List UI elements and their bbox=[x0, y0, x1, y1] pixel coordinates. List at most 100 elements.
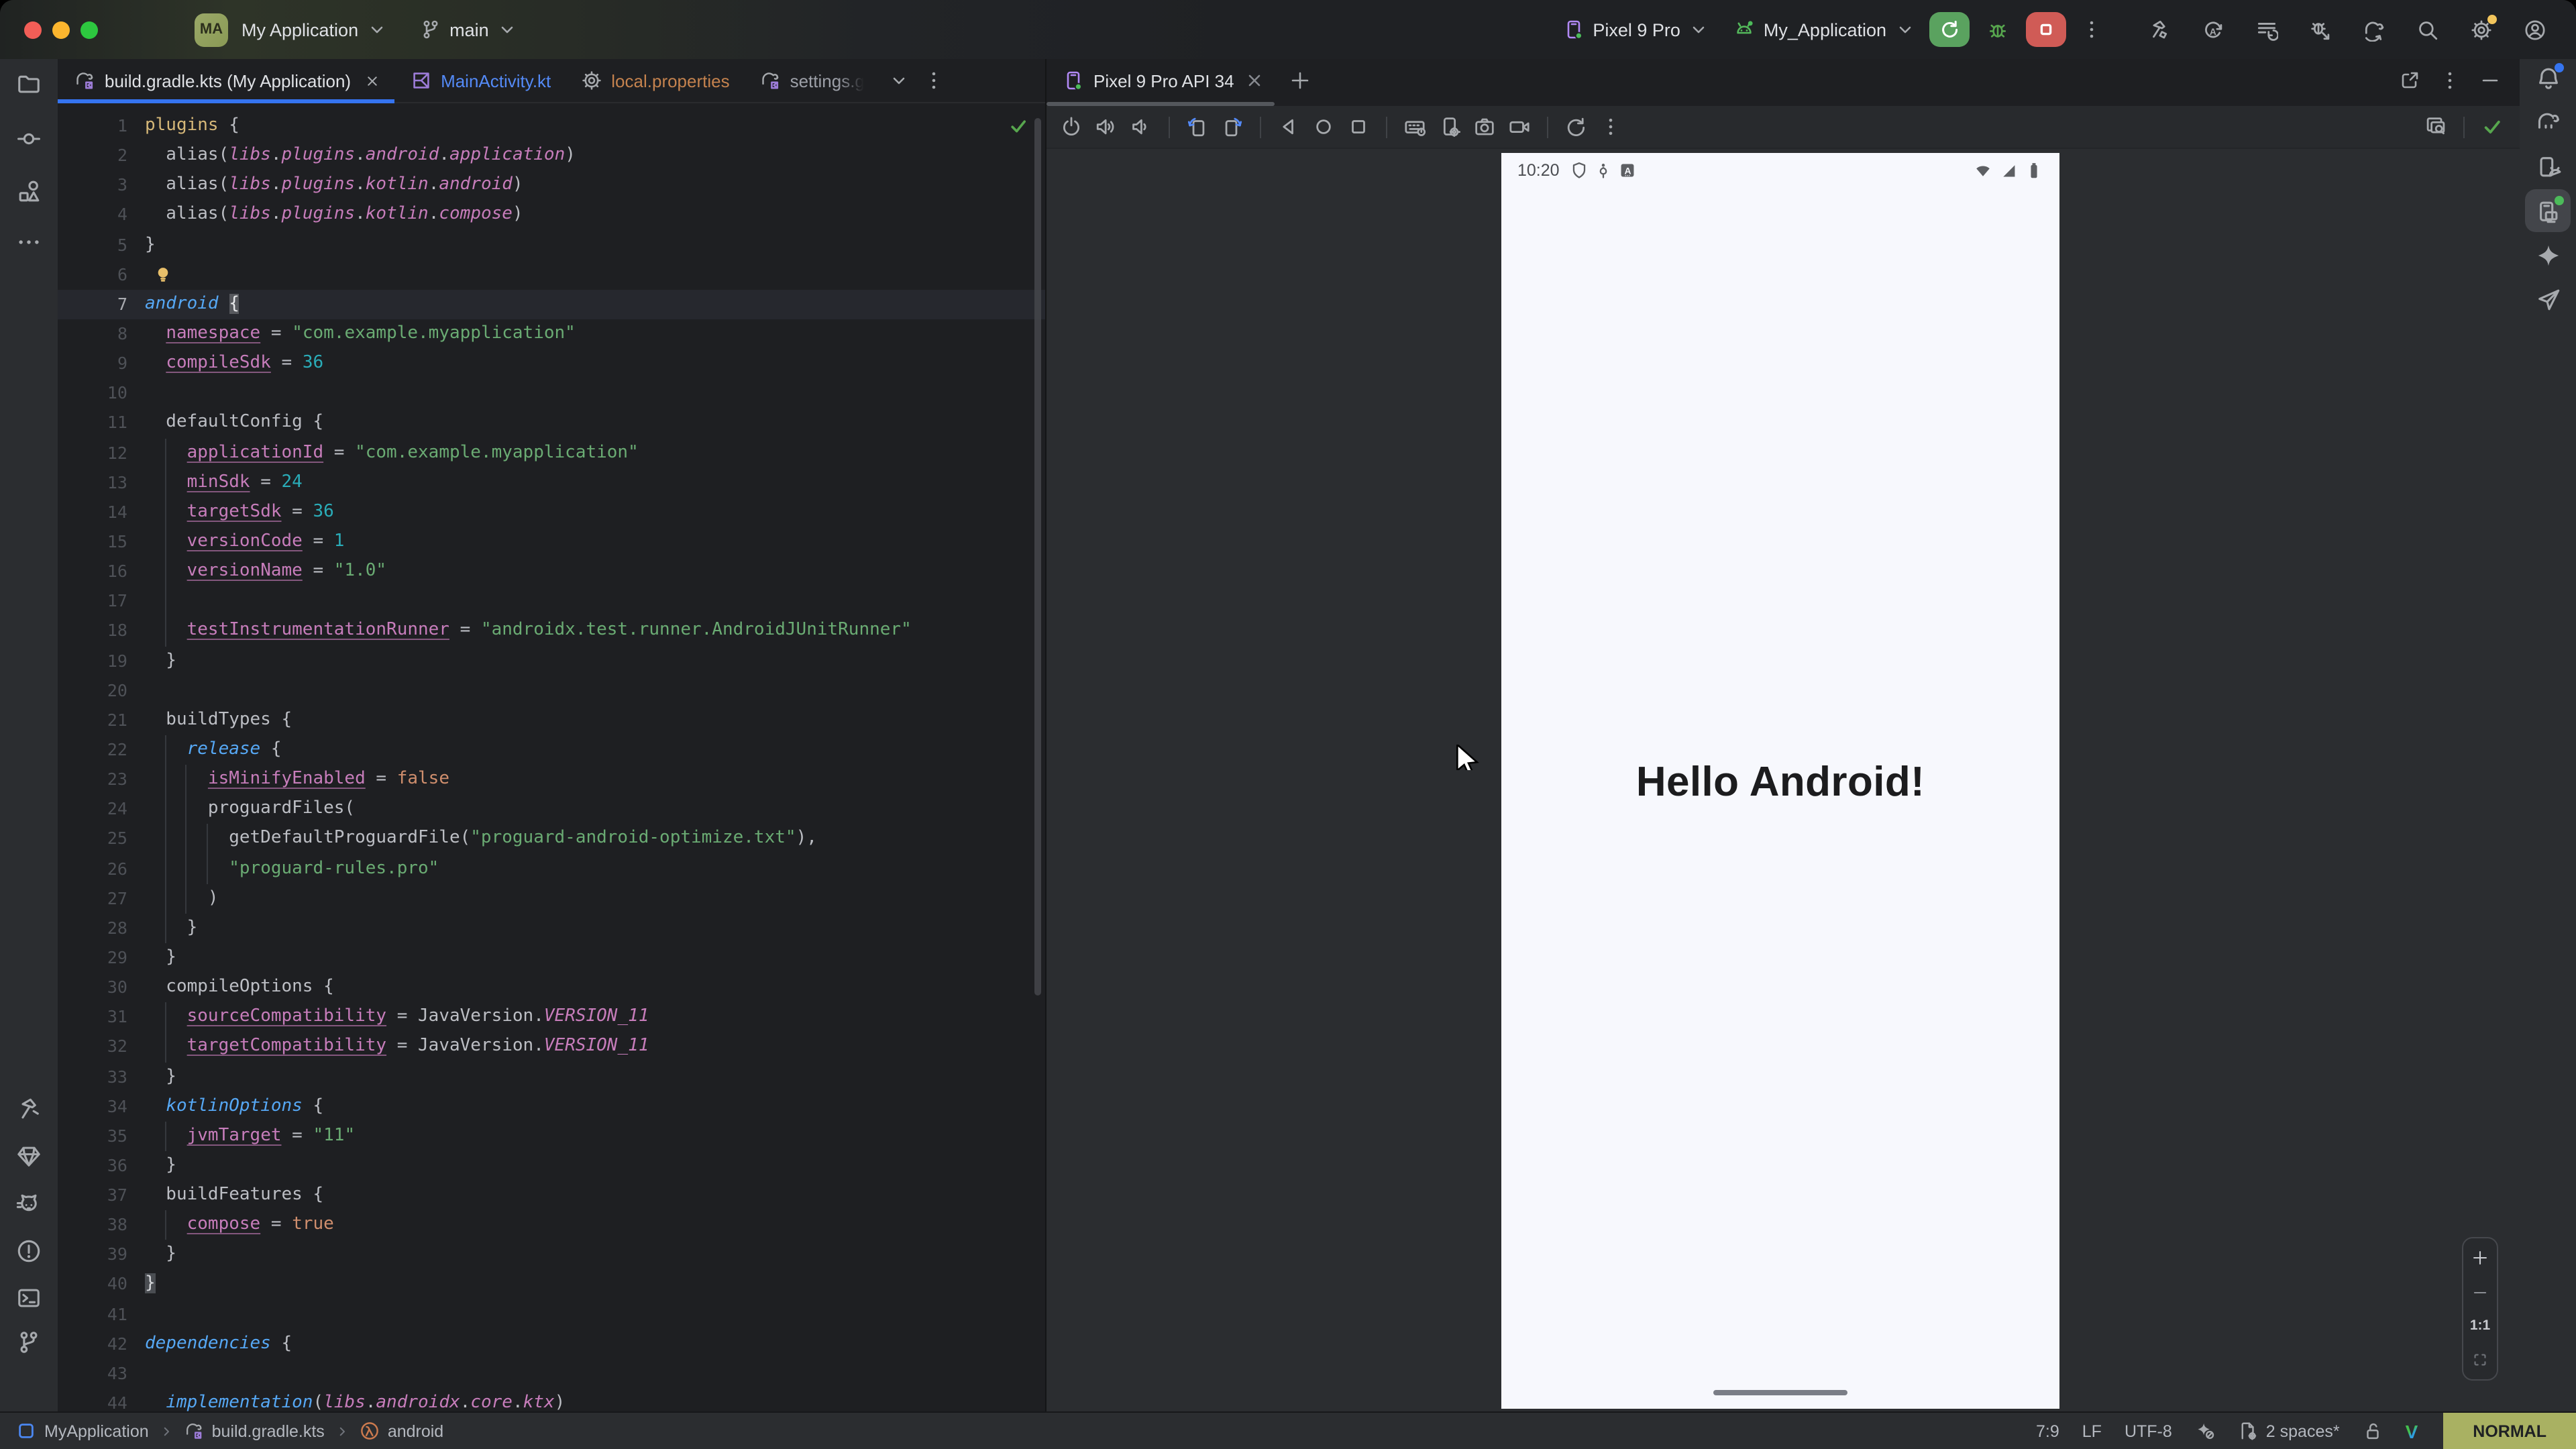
editor-tab-build.gradle.kts[interactable]: build.gradle.kts (My Application) bbox=[58, 59, 394, 102]
zoom-in-icon[interactable] bbox=[2471, 1249, 2489, 1267]
editor-tab-settings.g[interactable]: settings.g bbox=[743, 59, 878, 102]
nav-back-button[interactable] bbox=[1277, 115, 1300, 138]
gesture-navigation-handle[interactable] bbox=[1713, 1389, 1847, 1395]
keyboard-input-button[interactable] bbox=[1403, 115, 1426, 138]
line-ending[interactable]: LF bbox=[2082, 1421, 2102, 1440]
zoom-fit-icon[interactable] bbox=[2471, 1351, 2489, 1368]
more-kebab-button[interactable] bbox=[1599, 115, 1622, 138]
project-selector[interactable]: My Application bbox=[241, 19, 388, 40]
editor-pane[interactable]: build.gradle.kts (My Application)MainAct… bbox=[58, 59, 1046, 1413]
intention-bulb-icon[interactable] bbox=[153, 264, 173, 284]
lock-open-icon[interactable] bbox=[2363, 1421, 2383, 1441]
vcs-branch-selector[interactable]: main bbox=[420, 19, 519, 40]
tool-window-button-running-devices[interactable] bbox=[2525, 189, 2571, 232]
minimize-window-button[interactable] bbox=[52, 21, 70, 38]
tool-window-button-version-control-branch[interactable] bbox=[6, 1320, 52, 1363]
volume-up-button[interactable] bbox=[1095, 115, 1118, 138]
reset-snapshot-button[interactable] bbox=[1564, 115, 1587, 138]
power-button[interactable] bbox=[1060, 115, 1083, 138]
rerun-button[interactable] bbox=[1929, 12, 1970, 47]
nav-home-button[interactable] bbox=[1312, 115, 1335, 138]
encoding[interactable]: UTF-8 bbox=[2125, 1421, 2172, 1440]
rollback-lines-button[interactable] bbox=[2243, 9, 2289, 50]
device-tab[interactable]: Pixel 9 Pro API 34 bbox=[1046, 59, 1276, 102]
zoom-1to1-button[interactable]: 1:1 bbox=[2470, 1318, 2490, 1334]
editor-scrollbar[interactable] bbox=[1034, 118, 1041, 996]
tab-label: settings.g bbox=[790, 70, 865, 91]
layout-inspector-button[interactable] bbox=[2424, 115, 2447, 138]
tool-window-button-gemini-sparkle[interactable] bbox=[2525, 233, 2571, 276]
run-configuration-selector[interactable]: My_Application bbox=[1734, 19, 1916, 40]
tab-list-chevron-icon[interactable] bbox=[889, 70, 910, 91]
tool-window-button-gradle-elephant[interactable] bbox=[2525, 101, 2571, 144]
close-icon[interactable] bbox=[363, 72, 380, 89]
tool-window-button-gem[interactable] bbox=[6, 1134, 52, 1177]
caret-position[interactable]: 7:9 bbox=[2036, 1421, 2059, 1440]
device-selector[interactable]: Pixel 9 Pro bbox=[1563, 19, 1710, 40]
indent-widget[interactable]: 2 spaces* bbox=[2238, 1421, 2340, 1441]
gradle-sync-button[interactable] bbox=[2351, 9, 2396, 50]
hide-panel-icon[interactable] bbox=[2479, 70, 2501, 91]
emulator-screen[interactable]: 10:20 A Hello Android! bbox=[1501, 153, 2059, 1409]
ideavim-icon[interactable]: V bbox=[2406, 1420, 2418, 1442]
breadcrumb-build.gradle.kts[interactable]: build.gradle.kts bbox=[184, 1421, 325, 1441]
screenshot-camera-button[interactable] bbox=[1473, 115, 1496, 138]
screen-record-button[interactable] bbox=[1508, 115, 1531, 138]
tool-window-button-terminal[interactable] bbox=[6, 1276, 52, 1319]
breadcrumb-android[interactable]: android bbox=[360, 1421, 443, 1441]
settings-gear-button[interactable] bbox=[2458, 9, 2504, 50]
chevron-down-icon bbox=[1688, 19, 1710, 40]
code-line-33: 33 } bbox=[58, 1062, 1045, 1091]
tool-window-button-hammer-build[interactable] bbox=[6, 1087, 52, 1130]
editor-tab-local.properties[interactable]: local.properties bbox=[564, 59, 743, 102]
gradle-file-icon bbox=[184, 1421, 204, 1441]
search-button[interactable] bbox=[2404, 9, 2450, 50]
add-device-tab-icon[interactable] bbox=[1289, 70, 1311, 91]
nav-overview-button[interactable] bbox=[1347, 115, 1370, 138]
stop-button[interactable] bbox=[2026, 12, 2066, 47]
tool-window-button-problems-alert[interactable] bbox=[6, 1229, 52, 1272]
tool-window-button-commit[interactable] bbox=[6, 117, 52, 160]
zoom-window-button[interactable] bbox=[80, 21, 98, 38]
zoom-out-icon[interactable] bbox=[2471, 1283, 2489, 1301]
line-number: 29 bbox=[58, 943, 145, 973]
tool-window-button-folder-project[interactable] bbox=[6, 62, 52, 105]
volume-down-button[interactable] bbox=[1130, 115, 1152, 138]
editor-tab-MainActivity.kt[interactable]: MainActivity.kt bbox=[394, 59, 564, 102]
line-number: 5 bbox=[58, 230, 145, 260]
breadcrumb-label: build.gradle.kts bbox=[212, 1421, 325, 1440]
more-run-actions-button[interactable] bbox=[2069, 9, 2114, 50]
breadcrumb-MyApplication[interactable]: MyApplication bbox=[16, 1421, 149, 1441]
tool-window-button-more-ellipsis[interactable] bbox=[6, 220, 52, 263]
device-settings-button[interactable] bbox=[1438, 115, 1461, 138]
apply-changes-button[interactable]: A bbox=[2190, 9, 2235, 50]
close-window-button[interactable] bbox=[24, 21, 42, 38]
tool-window-button-logcat-cat[interactable] bbox=[6, 1182, 52, 1225]
close-icon[interactable] bbox=[1244, 70, 1265, 91]
attach-debugger-button[interactable] bbox=[2297, 9, 2343, 50]
build-hammer-button[interactable] bbox=[2136, 9, 2182, 50]
breadcrumb[interactable]: MyApplication build.gradle.kts android bbox=[0, 1421, 443, 1441]
line-number: 12 bbox=[58, 438, 145, 468]
gem-icon bbox=[16, 1142, 42, 1168]
user-profile-button[interactable] bbox=[2512, 9, 2557, 50]
line-number: 6 bbox=[58, 260, 145, 289]
tool-window-button-bell-notification[interactable] bbox=[2525, 56, 2571, 99]
tool-window-button-resource-shapes[interactable] bbox=[6, 169, 52, 212]
panel-options-kebab-icon[interactable] bbox=[2439, 70, 2461, 91]
rotate-left-button[interactable] bbox=[1186, 115, 1209, 138]
inspections-passed-icon[interactable] bbox=[1008, 115, 1029, 137]
line-number: 4 bbox=[58, 201, 145, 230]
code-line-35: 35 jvmTarget = "11" bbox=[58, 1122, 1045, 1151]
open-in-new-window-icon[interactable] bbox=[2399, 70, 2420, 91]
status-check-button[interactable] bbox=[2481, 115, 2504, 138]
debug-button[interactable] bbox=[1975, 9, 2021, 50]
ai-assistant-disabled-icon[interactable] bbox=[2195, 1421, 2215, 1441]
code-editor[interactable]: 1plugins {2 alias(libs.plugins.android.a… bbox=[58, 103, 1045, 1418]
tool-window-button-assistant-plane[interactable] bbox=[2525, 278, 2571, 321]
code-line-20: 20 bbox=[58, 676, 1045, 705]
tab-options-kebab-icon[interactable] bbox=[924, 70, 945, 91]
tool-window-button-device-manager[interactable] bbox=[2525, 145, 2571, 188]
window-controls[interactable] bbox=[24, 21, 98, 38]
rotate-right-button[interactable] bbox=[1221, 115, 1244, 138]
